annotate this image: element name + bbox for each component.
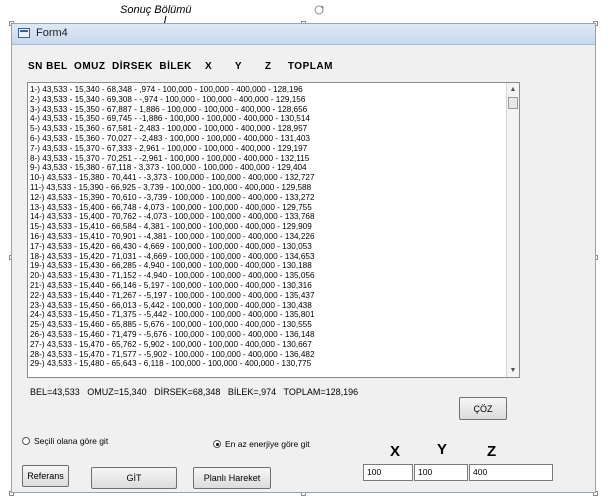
planli-hareket-button[interactable]: Planlı Hareket <box>193 467 271 489</box>
list-item[interactable]: 5-) 43,533 - 15,360 - 67,581 - 2,483 - 1… <box>30 124 505 134</box>
form-window: Form4 SN BEL OMUZ DİRSEK BİLEK X Y Z TOP… <box>11 23 596 493</box>
y-axis-label: Y <box>437 441 448 458</box>
referans-button[interactable]: Referans <box>22 465 69 487</box>
z-axis-label: Z <box>487 443 497 460</box>
scroll-down-icon[interactable]: ▼ <box>507 364 519 377</box>
list-item[interactable]: 4-) 43,533 - 15,350 - 69,745 - -1,886 - … <box>30 114 505 124</box>
list-item[interactable]: 14-) 43,533 - 15,400 - 70,762 - -4,073 -… <box>30 212 505 222</box>
list-item[interactable]: 19-) 43,533 - 15,430 - 66,285 - 4,940 - … <box>30 261 505 271</box>
git-button[interactable]: GİT <box>91 467 177 489</box>
radio-label: Seçili olana göre git <box>34 436 109 446</box>
list-item[interactable]: 10-) 43,533 - 15,380 - 70,441 - -3,373 -… <box>30 173 505 183</box>
list-item[interactable]: 25-) 43,533 - 15,460 - 65,885 - 5,676 - … <box>30 320 505 330</box>
list-item[interactable]: 29-) 43,533 - 15,480 - 65,643 - 6,118 - … <box>30 359 505 369</box>
list-item[interactable]: 28-) 43,533 - 15,470 - 71,577 - -5,902 -… <box>30 350 505 360</box>
selected-result-text: BEL=43,533 OMUZ=15,340 DİRSEK=68,348 BİL… <box>30 387 359 397</box>
column-header: SN BEL OMUZ DİRSEK BİLEK X Y Z TOPLAM <box>28 61 333 72</box>
window-title: Form4 <box>36 27 68 39</box>
radio-min-energy[interactable]: En az enerjiye göre git <box>213 439 310 449</box>
list-item[interactable]: 27-) 43,533 - 15,470 - 65,762 - 5,902 - … <box>30 340 505 350</box>
vertical-scrollbar[interactable]: ▲ ▼ <box>506 83 519 377</box>
list-item[interactable]: 12-) 43,533 - 15,390 - 70,610 - -3,739 -… <box>30 193 505 203</box>
radio-circle[interactable] <box>213 440 221 448</box>
list-item[interactable]: 8-) 43,533 - 15,370 - 70,251 - -2,961 - … <box>30 154 505 164</box>
list-item[interactable]: 15-) 43,533 - 15,410 - 66,584 - 4,381 - … <box>30 222 505 232</box>
list-item[interactable]: 24-) 43,533 - 15,450 - 71,375 - -5,442 -… <box>30 310 505 320</box>
list-item[interactable]: 9-) 43,533 - 15,380 - 67,118 - 3,373 - 1… <box>30 163 505 173</box>
x-axis-label: X <box>390 443 401 460</box>
list-item[interactable]: 16-) 43,533 - 15,410 - 70,901 - -4,381 -… <box>30 232 505 242</box>
y-input[interactable]: 100 <box>414 464 468 481</box>
list-item[interactable]: 2-) 43,533 - 15,340 - 69,308 - -,974 - 1… <box>30 95 505 105</box>
scroll-up-icon[interactable]: ▲ <box>507 83 519 96</box>
list-item[interactable]: 26-) 43,533 - 15,460 - 71,479 - -5,676 -… <box>30 330 505 340</box>
list-item[interactable]: 3-) 43,533 - 15,350 - 67,887 - 1,886 - 1… <box>30 105 505 115</box>
radio-selected-option[interactable]: Seçili olana göre git <box>22 436 108 446</box>
list-item[interactable]: 7-) 43,533 - 15,370 - 67,333 - 2,961 - 1… <box>30 144 505 154</box>
title-bar[interactable]: Form4 <box>12 24 595 45</box>
list-item[interactable]: 17-) 43,533 - 15,420 - 66,430 - 4,669 - … <box>30 242 505 252</box>
radio-label: En az enerjiye göre git <box>225 439 310 449</box>
list-item[interactable]: 23-) 43,533 - 15,450 - 66,013 - 5,442 - … <box>30 301 505 311</box>
scroll-thumb[interactable] <box>508 97 518 109</box>
results-listbox[interactable]: 1-) 43,533 - 15,340 - 68,348 - ,974 - 10… <box>27 82 520 378</box>
list-item[interactable]: 6-) 43,533 - 15,360 - 70,027 - -2,483 - … <box>30 134 505 144</box>
radio-circle[interactable] <box>22 437 30 445</box>
z-input[interactable]: 400 <box>469 464 553 481</box>
coz-button[interactable]: ÇÖZ <box>459 397 507 420</box>
rotate-handle-icon <box>314 5 324 15</box>
list-item[interactable]: 22-) 43,533 - 15,440 - 71,267 - -5,197 -… <box>30 291 505 301</box>
x-input[interactable]: 100 <box>363 464 413 481</box>
list-item[interactable]: 21-) 43,533 - 15,440 - 66,146 - 5,197 - … <box>30 281 505 291</box>
list-item[interactable]: 20-) 43,533 - 15,430 - 71,152 - -4,940 -… <box>30 271 505 281</box>
list-item[interactable]: 13-) 43,533 - 15,400 - 66,748 - 4,073 - … <box>30 203 505 213</box>
list-item[interactable]: 18-) 43,533 - 15,420 - 71,031 - -4,669 -… <box>30 252 505 262</box>
window-icon <box>18 28 30 38</box>
list-item[interactable]: 1-) 43,533 - 15,340 - 68,348 - ,974 - 10… <box>30 85 505 95</box>
list-item[interactable]: 11-) 43,533 - 15,390 - 66,925 - 3,739 - … <box>30 183 505 193</box>
